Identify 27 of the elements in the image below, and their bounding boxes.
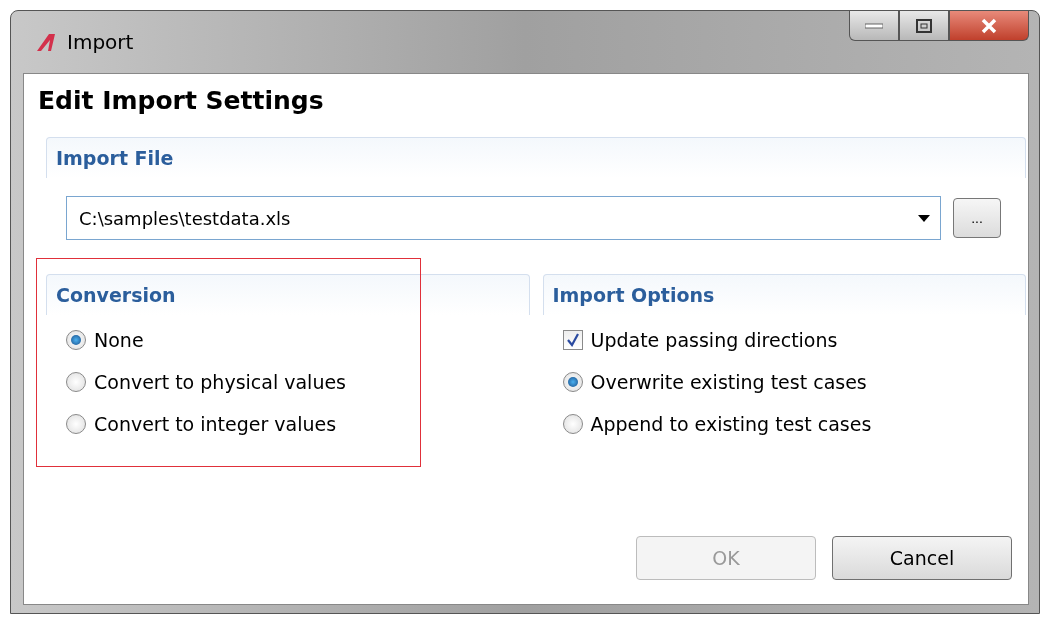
option-label: Convert to integer values [94, 413, 337, 435]
radio-button[interactable] [66, 372, 86, 392]
close-icon [980, 17, 998, 34]
option-label: Append to existing test cases [590, 413, 872, 435]
window-title: Import [67, 30, 134, 54]
group-title: Conversion [56, 284, 176, 306]
option-label: Convert to physical values [94, 371, 346, 393]
option-label: Overwrite existing test cases [590, 371, 867, 393]
group-title: Import File [56, 147, 174, 169]
close-button[interactable] [949, 11, 1029, 41]
radio-button[interactable] [562, 414, 583, 434]
radio-button[interactable] [66, 330, 86, 350]
minimize-icon [865, 22, 883, 29]
minimize-button[interactable] [849, 11, 899, 41]
maximize-button[interactable] [899, 11, 949, 41]
restore-icon [916, 18, 932, 33]
option-label: None [94, 329, 144, 351]
file-path-combo[interactable]: C:\samples\testdata.xls [66, 196, 941, 240]
browse-button[interactable]: ... [953, 198, 1001, 238]
dialog-heading: Edit Import Settings [38, 86, 325, 115]
cancel-button[interactable]: Cancel [832, 536, 1012, 580]
radio-button[interactable] [66, 414, 86, 434]
option-label: Update passing directions [590, 329, 838, 351]
dropdown-icon [918, 214, 930, 222]
group-title: Import Options [552, 284, 715, 306]
radio-button[interactable] [562, 372, 583, 392]
checkbox[interactable] [562, 330, 583, 350]
